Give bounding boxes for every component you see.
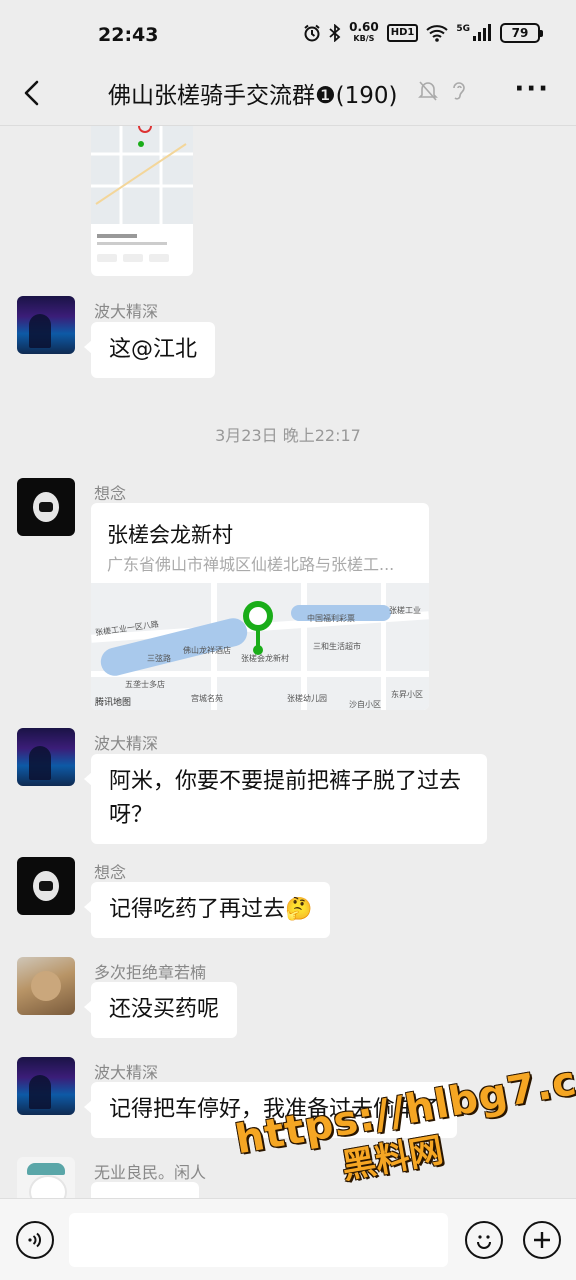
location-pin-icon: [243, 601, 273, 631]
mute-bell-icon: [418, 81, 438, 101]
battery-level: 79: [511, 26, 529, 40]
message-bubble[interactable]: 阿米，你要不要提前把裤子脱了过去呀？: [84, 754, 487, 844]
sender-name: 想念: [94, 863, 127, 882]
map-label: 五垄士多店: [125, 680, 165, 689]
map-label: 三弦路: [147, 654, 171, 663]
hd-badge: HD1: [386, 24, 419, 42]
voice-icon: [28, 1232, 41, 1248]
message-bubble[interactable]: 还没买药呢: [83, 982, 238, 1038]
plus-button[interactable]: [523, 1221, 561, 1259]
sender-name: 无业良民。闲人: [94, 1163, 207, 1182]
map-provider-label: 腾讯地图: [95, 698, 132, 708]
avatar[interactable]: [17, 1057, 75, 1115]
avatar[interactable]: [17, 478, 75, 536]
more-options-button[interactable]: ···: [514, 74, 550, 104]
net-speed-value: 0.60: [349, 20, 379, 34]
map-image-message[interactable]: [91, 126, 193, 276]
bluetooth-icon: [329, 24, 341, 42]
avatar[interactable]: [17, 728, 75, 786]
message-bubble[interactable]: 记得吃药了再过去🤔: [83, 882, 331, 938]
sender-name: 波大精深: [94, 302, 159, 321]
sender-name: 多次拒绝章若楠: [94, 963, 207, 982]
net-speed: 0.60 KB/S: [349, 20, 379, 44]
alarm-icon: [304, 24, 320, 42]
chat-title: 佛山张槎骑手交流群❶(190): [108, 83, 398, 109]
sender-name: 波大精深: [94, 1063, 159, 1082]
chat-area[interactable]: 波大精深 这@江北 3月23日 晚上22:17 想念 张槎会龙新村 广东省佛山市…: [0, 126, 576, 1198]
message-timestamp: 3月23日 晚上22:17: [215, 426, 361, 445]
plus-icon: [534, 1232, 550, 1248]
map-label: 佛山龙祥酒店: [183, 646, 231, 655]
battery-indicator: 79: [500, 23, 543, 43]
emoji-icon: [477, 1235, 491, 1249]
location-pin-dot: [253, 645, 263, 655]
signal-label: 5G: [456, 24, 470, 34]
status-icons: 0.60 KB/S HD1 5G 79: [303, 20, 543, 44]
message-bubble[interactable]: [91, 1182, 199, 1198]
location-address: 广东省佛山市禅城区仙槎北路与张槎工...: [107, 555, 395, 574]
signal-icon: [473, 24, 491, 41]
net-speed-unit: KB/S: [353, 34, 375, 43]
location-title: 张槎会龙新村: [107, 523, 233, 547]
map-label: 张槎工业: [389, 606, 421, 615]
map-label: 三和生活超市: [313, 642, 361, 651]
sender-name: 想念: [94, 484, 127, 503]
back-arrow-icon[interactable]: [18, 78, 48, 108]
avatar[interactable]: [17, 957, 75, 1015]
input-bar: [0, 1198, 576, 1280]
map-thumbnail: [91, 126, 193, 276]
wifi-icon: [426, 25, 449, 42]
map-label: 东昇小区: [391, 690, 423, 699]
map-label: 张槎会龙新村: [241, 654, 289, 663]
location-card[interactable]: 张槎会龙新村 广东省佛山市禅城区仙槎北路与张槎工... 张槎工业一区八路 佛山龙…: [91, 503, 429, 710]
avatar[interactable]: [17, 296, 75, 354]
status-time: 22:43: [98, 24, 159, 46]
header-status-icons: [418, 80, 468, 102]
ear-icon: [453, 82, 465, 100]
avatar[interactable]: [17, 857, 75, 915]
map-label: 中国福利彩票: [307, 614, 355, 623]
avatar[interactable]: [17, 1157, 75, 1198]
chat-header: 佛山张槎骑手交流群❶(190) ···: [0, 72, 576, 126]
message-input[interactable]: [69, 1213, 448, 1267]
message-bubble[interactable]: 这@江北: [83, 322, 216, 378]
map-label: 宫城名苑: [191, 694, 223, 703]
status-bar: 22:43 0.60 KB/S HD1 5G 79: [0, 0, 576, 72]
location-map: 张槎工业一区八路 佛山龙祥酒店 三弦路 五垄士多店 张槎会龙新村 中国福利彩票 …: [91, 583, 429, 710]
voice-button[interactable]: [16, 1221, 54, 1259]
sender-name: 波大精深: [94, 734, 159, 753]
emoji-button[interactable]: [465, 1221, 503, 1259]
map-label: 沙自小区: [349, 700, 381, 709]
map-label: 张槎幼儿园: [287, 694, 327, 703]
